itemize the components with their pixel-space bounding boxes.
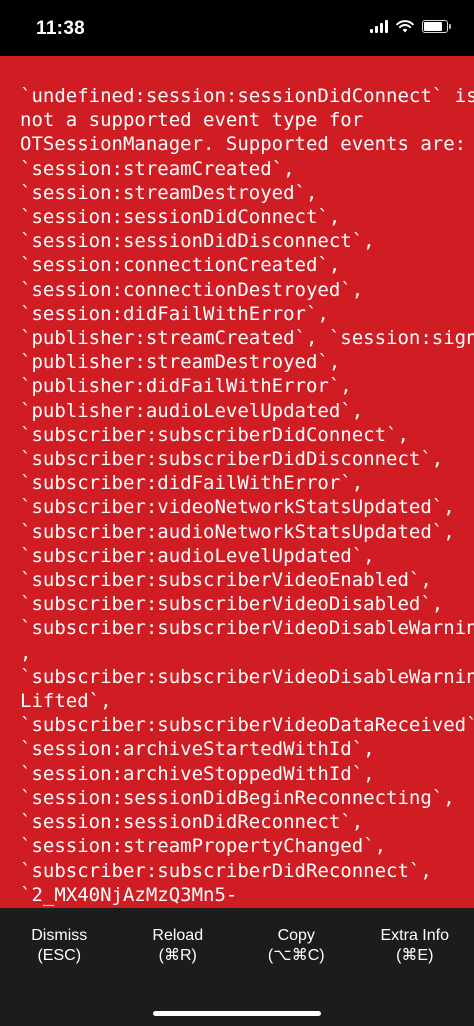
dismiss-label: Dismiss	[31, 927, 88, 944]
extra-info-button[interactable]: Extra Info (⌘E)	[356, 908, 474, 1026]
reload-button[interactable]: Reload (⌘R)	[119, 908, 238, 1026]
status-icons	[370, 20, 451, 33]
copy-shortcut: (⌥⌘C)	[267, 947, 325, 964]
dismiss-shortcut: (ESC)	[37, 947, 82, 964]
copy-button[interactable]: Copy (⌥⌘C)	[237, 908, 356, 1026]
error-message: `undefined:session:sessionDidConnect` is…	[20, 85, 474, 906]
wifi-icon	[396, 20, 414, 33]
signal-icon	[370, 20, 388, 33]
battery-icon	[422, 20, 451, 33]
home-indicator[interactable]	[153, 1011, 321, 1016]
status-time: 11:38	[36, 18, 86, 39]
redbox-toolbar: Dismiss (ESC) Reload (⌘R) Copy (⌥⌘C) Ext…	[0, 908, 474, 1026]
red-error-screen: `undefined:session:sessionDidConnect` is…	[0, 56, 474, 908]
extra-info-shortcut: (⌘E)	[396, 947, 434, 964]
status-bar: 11:38	[0, 0, 474, 56]
reload-label: Reload	[152, 927, 204, 944]
dismiss-button[interactable]: Dismiss (ESC)	[0, 908, 119, 1026]
copy-label: Copy	[277, 927, 315, 944]
extra-info-label: Extra Info	[380, 927, 449, 944]
reload-shortcut: (⌘R)	[158, 947, 197, 964]
